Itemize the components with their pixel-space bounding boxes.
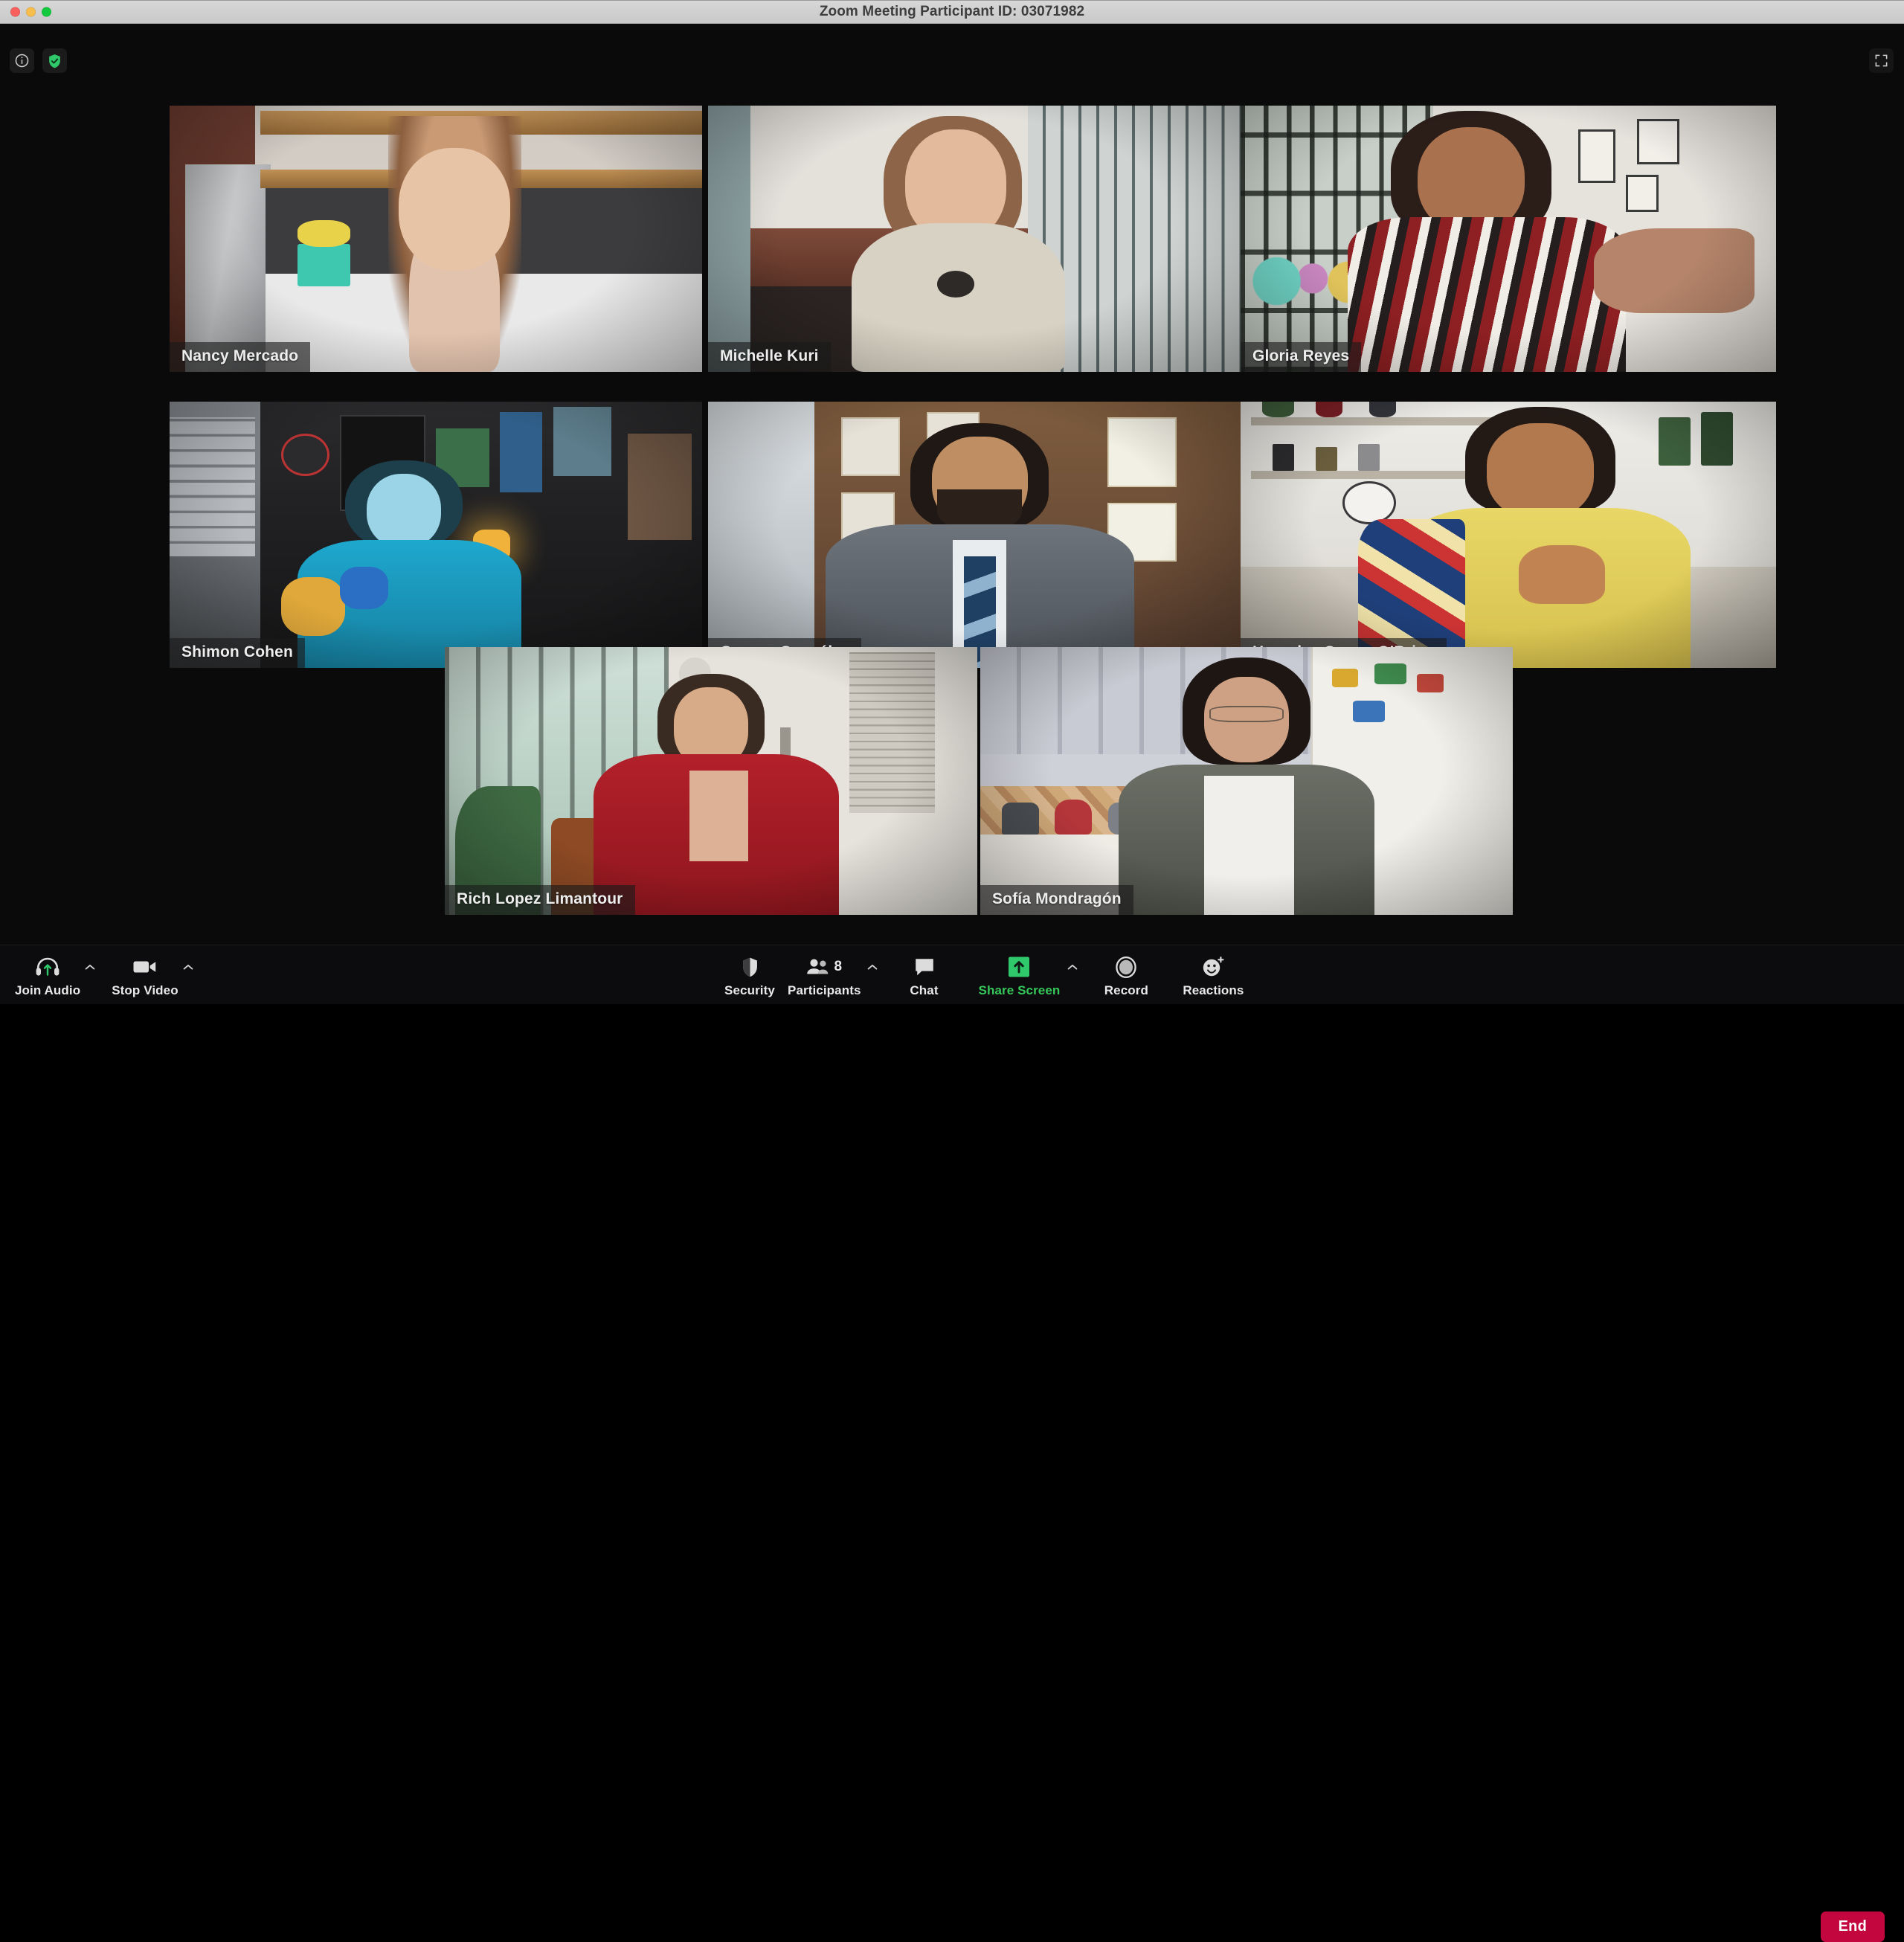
video-tile-grid: Nancy Mercado Michelle Kuri Gloria Reyes Sh…: [0, 24, 1904, 968]
video-vignette: [708, 106, 1241, 372]
meeting-overlay-controls: [10, 48, 67, 73]
participant-video-feed: [170, 402, 702, 668]
participants-button[interactable]: 8 Participants: [782, 954, 867, 998]
reactions-button[interactable]: Reactions: [1174, 954, 1252, 998]
video-tile[interactable]: Gloria Reyes: [1241, 106, 1776, 372]
video-tile[interactable]: Michelle Kuri: [708, 106, 1241, 372]
record-label: Record: [1104, 983, 1148, 997]
info-icon[interactable]: [10, 48, 34, 73]
video-vignette: [170, 106, 702, 372]
join-audio-button[interactable]: Join Audio: [9, 954, 86, 998]
video-vignette: [1241, 402, 1776, 668]
participants-count: 8: [834, 959, 843, 974]
record-circle-icon: [1115, 954, 1137, 980]
participant-name-label: Rich Lopez Limantour: [445, 885, 635, 915]
participants-icon: 8: [806, 954, 842, 980]
stop-video-button[interactable]: Stop Video: [106, 954, 184, 998]
video-tile[interactable]: Shimon Cohen: [170, 402, 702, 668]
headset-join-audio-icon: [35, 954, 60, 980]
chat-label: Chat: [910, 983, 939, 997]
video-camera-icon: [132, 954, 158, 980]
participant-name-label: Gloria Reyes: [1241, 342, 1362, 372]
video-tile[interactable]: Genaro González: [708, 402, 1241, 668]
share-screen-label: Share Screen: [978, 983, 1061, 997]
shield-icon: [741, 954, 759, 980]
video-tile[interactable]: Sofía Mondragón: [980, 647, 1513, 915]
chat-button[interactable]: Chat: [892, 954, 956, 998]
toolbar-left-group: Join Audio Stop Video: [9, 954, 195, 998]
video-vignette: [708, 402, 1241, 668]
video-tile[interactable]: Nancy Mercado: [170, 106, 702, 372]
reactions-icon: [1201, 954, 1225, 980]
participant-name-label: Michelle Kuri: [708, 342, 831, 372]
participant-video-feed: [708, 402, 1241, 668]
share-screen-chevron-up-icon[interactable]: [1067, 954, 1078, 980]
participant-name-label: Shimon Cohen: [170, 638, 305, 668]
share-screen-button[interactable]: Share Screen: [973, 954, 1067, 998]
participant-name-label: Sofía Mondragón: [980, 885, 1133, 915]
window-title: Zoom Meeting Participant ID: 03071982: [819, 3, 1085, 19]
video-vignette: [445, 647, 977, 915]
meeting-toolbar: Join Audio Stop Video Security 8 Partici…: [0, 945, 1904, 1942]
shield-check-icon[interactable]: [42, 48, 67, 73]
video-vignette: [170, 402, 702, 668]
video-vignette: [980, 647, 1513, 915]
video-tile[interactable]: Rich Lopez Limantour: [445, 647, 977, 915]
titlebar-top-edge: [0, 0, 1904, 1]
participant-video-feed: [445, 647, 977, 915]
participants-chevron-up-icon[interactable]: [867, 954, 878, 980]
share-screen-icon: [1007, 954, 1031, 980]
window-titlebar: Zoom Meeting Participant ID: 03071982: [0, 0, 1904, 24]
audio-options-chevron-up-icon[interactable]: [85, 954, 95, 980]
security-button[interactable]: Security: [718, 954, 782, 998]
participant-name-label: Nancy Mercado: [170, 342, 311, 372]
participants-label: Participants: [788, 983, 861, 997]
participant-video-feed: [1241, 106, 1776, 372]
video-options-chevron-up-icon[interactable]: [183, 954, 193, 980]
participant-video-feed: [170, 106, 702, 372]
participant-video-feed: [980, 647, 1513, 915]
record-button[interactable]: Record: [1094, 954, 1158, 998]
participant-video-feed: [1241, 402, 1776, 668]
fullscreen-icon[interactable]: [1869, 48, 1894, 73]
video-vignette: [1241, 106, 1776, 372]
toolbar-center-group: Security 8 Participants Chat Share Scree…: [718, 954, 1252, 998]
end-meeting-button[interactable]: End: [1820, 1912, 1885, 1942]
chat-bubble-icon: [913, 954, 936, 980]
video-tile[interactable]: Hercules Conan O’Brian: [1241, 402, 1776, 668]
stop-video-label: Stop Video: [112, 983, 178, 997]
reactions-label: Reactions: [1183, 983, 1244, 997]
security-label: Security: [724, 983, 775, 997]
join-audio-label: Join Audio: [15, 983, 81, 997]
participant-video-feed: [708, 106, 1241, 372]
meeting-video-area: Nancy Mercado Michelle Kuri Gloria Reyes Sh…: [0, 24, 1904, 968]
